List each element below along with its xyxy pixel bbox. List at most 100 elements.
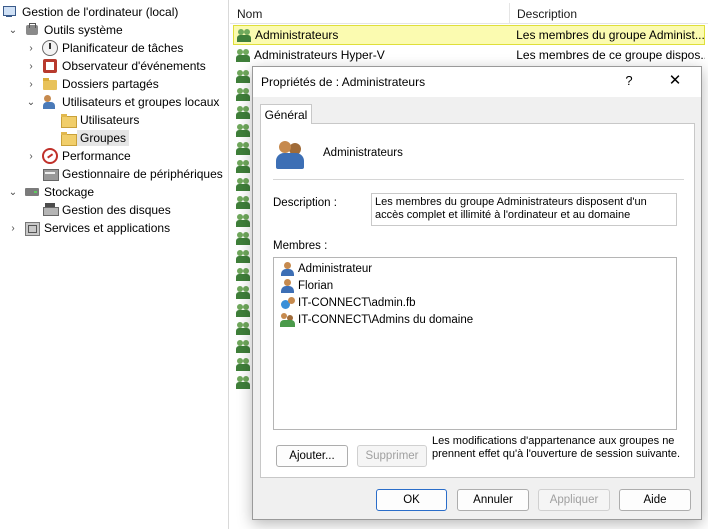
add-button[interactable]: Ajouter... — [276, 445, 348, 467]
folder-icon — [60, 112, 77, 128]
group-icon[interactable] — [236, 356, 252, 372]
performance-icon — [42, 148, 58, 164]
group-icon[interactable] — [236, 104, 252, 120]
group-icon — [237, 27, 253, 43]
tree-item-shared-folders[interactable]: › Dossiers partagés — [24, 75, 159, 93]
chevron-right-icon[interactable]: › — [6, 221, 20, 235]
group-icon[interactable] — [236, 68, 252, 84]
help-button[interactable]: Aide — [619, 489, 691, 511]
domain-user-icon — [280, 295, 296, 311]
tree-item-root[interactable]: Gestion de l'ordinateur (local) — [2, 3, 178, 21]
group-icon[interactable] — [236, 194, 252, 210]
tree-label: Gestionnaire de périphériques — [62, 167, 223, 181]
row-name: Administrateurs — [255, 28, 339, 42]
tree-item-services-apps[interactable]: › Services et applications — [6, 219, 170, 237]
chevron-down-icon[interactable]: ⌄ — [6, 23, 20, 37]
list-row-administrateurs[interactable]: Administrateurs Les membres du groupe Ad… — [233, 25, 705, 45]
tree-label: Performance — [62, 149, 131, 163]
group-icon[interactable] — [236, 230, 252, 246]
domain-group-icon — [280, 312, 296, 328]
tree-label: Services et applications — [44, 221, 171, 235]
tree-item-system-tools[interactable]: ⌄ Outils système — [6, 21, 123, 39]
tree-item-groups[interactable]: Groupes — [60, 129, 130, 147]
group-icon[interactable] — [236, 266, 252, 282]
list-header: Nom Description — [230, 3, 708, 24]
group-icon[interactable] — [236, 248, 252, 264]
clock-icon — [42, 40, 58, 56]
chevron-right-icon[interactable]: › — [24, 41, 38, 55]
console-tree: Gestion de l'ordinateur (local) ⌄ Outils… — [0, 0, 229, 529]
tree-label: Groupes — [77, 130, 130, 146]
member-item[interactable]: Administrateur — [280, 261, 372, 277]
column-header-name[interactable]: Nom — [230, 3, 510, 24]
group-icon[interactable] — [236, 86, 252, 102]
column-header-description[interactable]: Description — [510, 3, 708, 24]
member-name: IT-CONNECT\admin.fb — [298, 297, 416, 309]
member-name: Florian — [298, 280, 334, 292]
chevron-down-icon[interactable]: ⌄ — [6, 185, 20, 199]
chevron-right-icon[interactable]: › — [24, 77, 38, 91]
tree-item-task-scheduler[interactable]: › Planificateur de tâches — [24, 39, 183, 57]
folder-icon — [60, 130, 77, 146]
ok-button[interactable]: OK — [376, 489, 447, 511]
member-item[interactable]: IT-CONNECT\Admins du domaine — [280, 312, 473, 328]
divider — [273, 179, 684, 180]
group-icon[interactable] — [236, 338, 252, 354]
tree-label: Planificateur de tâches — [62, 41, 184, 55]
group-icon[interactable] — [236, 284, 252, 300]
event-viewer-icon — [42, 58, 58, 74]
tree-item-disk-management[interactable]: Gestion des disques — [42, 201, 171, 219]
group-icon[interactable] — [236, 158, 252, 174]
tree-item-local-users-groups[interactable]: ⌄ Utilisateurs et groupes locaux — [24, 93, 219, 111]
disk-icon — [42, 202, 59, 218]
tree-label: Utilisateurs et groupes locaux — [62, 95, 220, 109]
cancel-button[interactable]: Annuler — [457, 489, 529, 511]
member-item[interactable]: IT-CONNECT\admin.fb — [280, 295, 416, 311]
services-icon — [24, 220, 40, 236]
user-icon — [280, 278, 296, 294]
close-icon[interactable]: ✕ — [661, 71, 689, 91]
dialog-title-bar[interactable]: Propriétés de : Administrateurs ? ✕ — [253, 67, 701, 97]
group-icon[interactable] — [236, 302, 252, 318]
group-icon[interactable] — [236, 374, 252, 390]
tree-label: Stockage — [44, 185, 95, 199]
member-item[interactable]: Florian — [280, 278, 333, 294]
group-icon[interactable] — [236, 212, 252, 228]
chevron-down-icon[interactable]: ⌄ — [24, 95, 38, 109]
tree-item-users[interactable]: Utilisateurs — [60, 111, 139, 129]
help-icon[interactable]: ? — [619, 71, 639, 91]
tree-label: Observateur d'événements — [62, 59, 206, 73]
toolbox-icon — [24, 22, 40, 38]
tree-label: Gestion des disques — [62, 203, 171, 217]
tree-item-device-manager[interactable]: Gestionnaire de périphériques — [42, 165, 223, 183]
group-icon[interactable] — [236, 176, 252, 192]
user-icon — [280, 261, 296, 277]
tree-label: Dossiers partagés — [62, 77, 159, 91]
users-icon — [42, 94, 58, 110]
members-list[interactable]: Administrateur Florian IT-CONNECT\admin.… — [273, 257, 677, 430]
properties-dialog: Propriétés de : Administrateurs ? ✕ Géné… — [252, 66, 702, 520]
description-field[interactable]: Les membres du groupe Administrateurs di… — [371, 193, 677, 226]
group-icon — [275, 139, 307, 171]
shared-folder-icon — [42, 76, 58, 92]
list-row-hyperv-admins[interactable]: Administrateurs Hyper-V Les membres de c… — [233, 45, 705, 65]
group-icon[interactable] — [236, 122, 252, 138]
tree-item-event-viewer[interactable]: › Observateur d'événements — [24, 57, 206, 75]
general-tab-panel: Administrateurs Description : Les membre… — [260, 123, 695, 478]
remove-button[interactable]: Supprimer — [357, 445, 427, 467]
tree-label: Gestion de l'ordinateur (local) — [22, 5, 179, 19]
group-icon[interactable] — [236, 320, 252, 336]
row-description: Les membres du groupe Administ... — [516, 28, 704, 42]
chevron-right-icon[interactable]: › — [24, 59, 38, 73]
group-name: Administrateurs — [323, 147, 403, 159]
tab-general[interactable]: Général — [260, 104, 312, 124]
tree-item-storage[interactable]: ⌄ Stockage — [6, 183, 94, 201]
device-manager-icon — [42, 166, 59, 182]
group-icon — [236, 47, 252, 63]
computer-icon — [2, 4, 18, 20]
members-label: Membres : — [273, 240, 328, 252]
apply-button[interactable]: Appliquer — [538, 489, 610, 511]
group-icon[interactable] — [236, 140, 252, 156]
tree-item-performance[interactable]: › Performance — [24, 147, 131, 165]
chevron-right-icon[interactable]: › — [24, 149, 38, 163]
